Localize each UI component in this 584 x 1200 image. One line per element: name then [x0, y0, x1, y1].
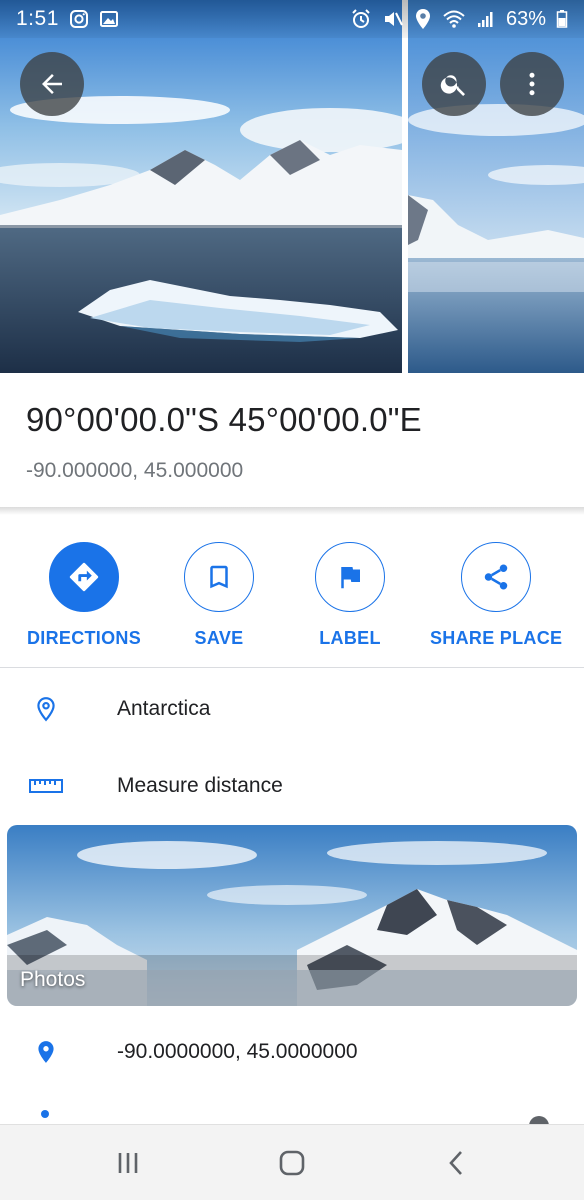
coordinates-text: -90.0000000, 45.0000000 [117, 1040, 358, 1063]
place-pin-icon [28, 691, 64, 727]
screen: 1:51 63% 90°00'00.0"S 45°00'00.0"E -90.0… [0, 0, 584, 1200]
alarm-icon [350, 8, 372, 30]
header-shadow [0, 507, 584, 515]
home-button[interactable] [272, 1143, 312, 1183]
back-arrow-icon [42, 74, 62, 94]
label-circle[interactable] [315, 542, 385, 612]
glacier-photo [408, 0, 584, 373]
status-right: 63% [350, 8, 568, 31]
photos-card[interactable]: Photos [7, 825, 577, 1006]
hero-photo-side[interactable] [408, 0, 584, 373]
save-button[interactable]: SAVE [184, 542, 254, 649]
back-button[interactable] [20, 52, 84, 116]
back-icon [449, 1151, 462, 1175]
label-label: LABEL [319, 628, 381, 648]
instagram-icon [69, 9, 89, 29]
directions-button[interactable]: DIRECTIONS [27, 542, 141, 649]
home-icon [279, 1150, 305, 1176]
location-icon [414, 8, 432, 30]
share-icon [484, 564, 508, 590]
directions-icon [69, 562, 99, 592]
partial-row-icon [41, 1110, 49, 1118]
place-marker-icon [28, 1034, 64, 1070]
address-text: Antarctica [117, 697, 211, 720]
place-subtitle: -90.000000, 45.000000 [26, 459, 244, 482]
hero-photos [0, 0, 584, 373]
status-bar: 1:51 63% [0, 0, 584, 38]
recent-apps-button[interactable] [108, 1143, 148, 1183]
photos-label: Photos [20, 968, 86, 991]
coordinates-row[interactable]: -90.0000000, 45.0000000 [0, 1022, 584, 1082]
wifi-icon [442, 9, 466, 29]
place-header: 90°00'00.0"S 45°00'00.0"E -90.000000, 45… [0, 373, 584, 509]
share-place-label: SHARE PLACE [430, 628, 563, 648]
status-left: 1:51 [16, 7, 119, 31]
photos-preview-image [7, 825, 577, 1006]
mute-icon [382, 8, 404, 30]
battery-percent: 63% [505, 7, 546, 30]
navigation-bar [0, 1124, 584, 1200]
measure-distance-text: Measure distance [117, 774, 283, 797]
divider [0, 667, 584, 668]
ruler-icon [28, 768, 64, 804]
status-time: 1:51 [16, 7, 59, 30]
flag-icon [341, 567, 360, 589]
recent-apps-icon [118, 1153, 138, 1173]
directions-label: DIRECTIONS [27, 628, 142, 648]
signal-icon [476, 9, 496, 29]
more-vert-icon [529, 72, 535, 96]
action-bar: DIRECTIONS SAVE LABEL SHARE PLACE [0, 530, 584, 660]
save-label: SAVE [194, 628, 244, 648]
address-row[interactable]: Antarctica [0, 679, 584, 739]
share-place-button[interactable]: SHARE PLACE [430, 542, 562, 649]
directions-circle[interactable] [49, 542, 119, 612]
gallery-icon [99, 9, 119, 29]
place-title: 90°00'00.0"S 45°00'00.0"E [26, 401, 422, 438]
system-back-button[interactable] [436, 1143, 476, 1183]
search-icon [440, 75, 465, 96]
more-options-button[interactable] [500, 52, 564, 116]
measure-distance-row[interactable]: Measure distance [0, 756, 584, 816]
save-circle[interactable] [184, 542, 254, 612]
bookmark-icon [210, 565, 228, 589]
label-button[interactable]: LABEL [315, 542, 385, 649]
battery-icon [556, 9, 568, 29]
partial-row [0, 1100, 584, 1136]
search-button[interactable] [422, 52, 486, 116]
share-circle[interactable] [461, 542, 532, 612]
